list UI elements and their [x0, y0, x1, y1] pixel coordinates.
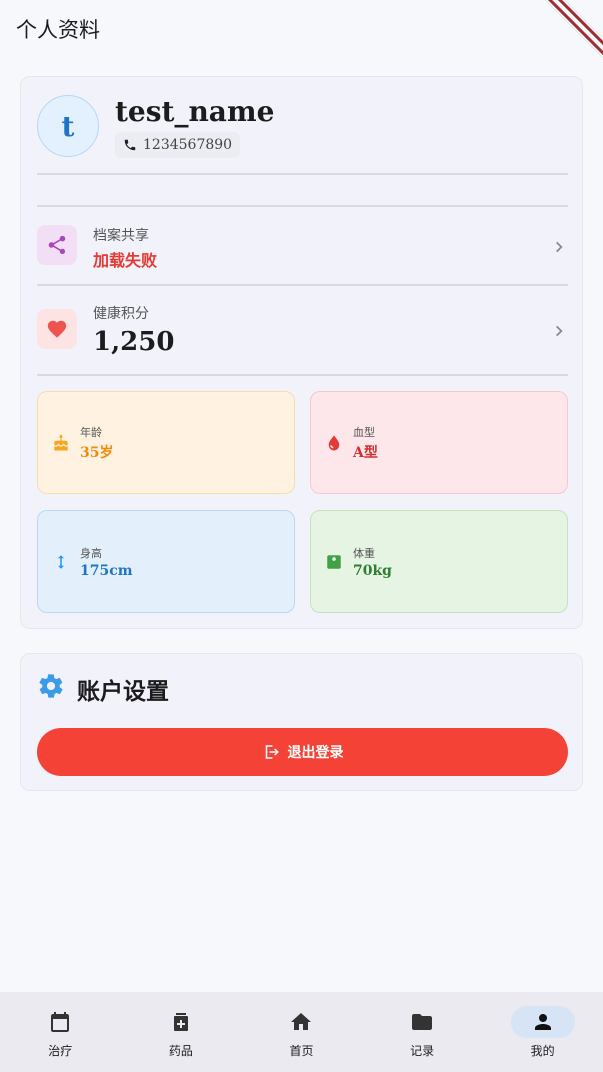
height-label: 身高 [80, 546, 102, 560]
profile-card: t test_name 1234567890 档案共享 加载失败 健康积分 1,… [20, 76, 583, 629]
weight-label: 体重 [353, 546, 375, 560]
points-label: 健康积分 [93, 306, 149, 322]
age-value: 35岁 [80, 444, 114, 461]
divider [37, 284, 568, 286]
phone-number: 1234567890 [143, 137, 233, 153]
gear-icon [39, 674, 63, 698]
divider [37, 374, 568, 376]
chevron-right-icon [556, 325, 563, 337]
share-label: 档案共享 [93, 228, 149, 244]
age-label: 年龄 [80, 425, 102, 439]
share-status: 加载失败 [93, 251, 158, 270]
health-points-row[interactable]: 健康积分 1,250 [37, 289, 568, 375]
scale-icon [327, 554, 341, 569]
page-title: 个人资料 [16, 18, 100, 42]
nav-label: 首页 [289, 1044, 314, 1058]
nav-item-home[interactable]: 首页 [241, 992, 362, 1072]
account-settings-card: 账户设置 退出登录 [20, 653, 583, 791]
blood-type-value: A型 [353, 444, 378, 461]
avatar[interactable]: t [37, 95, 99, 157]
medicine-icon [149, 1006, 213, 1038]
points-value: 1,250 [93, 327, 175, 357]
heart-icon [37, 309, 77, 349]
weight-value: 70kg [353, 562, 392, 579]
logout-label: 退出登录 [287, 745, 344, 761]
nav-label: 记录 [410, 1044, 435, 1058]
nav-item-records[interactable]: 记录 [362, 992, 483, 1072]
nav-label: 我的 [530, 1044, 555, 1058]
nav-item-treatment[interactable]: 治疗 [0, 992, 121, 1072]
folder-icon [390, 1006, 454, 1038]
weight-card: 体重 70kg [310, 510, 568, 613]
blood-drop-icon [328, 435, 340, 450]
phone-chip: 1234567890 [115, 132, 241, 158]
nav-label: 药品 [168, 1044, 193, 1058]
calendar-icon [28, 1006, 92, 1038]
archive-share-row[interactable]: 档案共享 加载失败 [37, 209, 568, 285]
age-card: 年龄 35岁 [37, 391, 295, 494]
nav-label: 治疗 [48, 1044, 73, 1058]
divider [37, 205, 568, 207]
share-icon [37, 225, 77, 265]
nav-item-medicine[interactable]: 药品 [121, 992, 242, 1072]
cake-icon [54, 433, 68, 450]
nav-item-mine[interactable]: 我的 [482, 992, 603, 1072]
logout-icon [265, 745, 279, 759]
home-icon [269, 1006, 333, 1038]
height-card: 身高 175cm [37, 510, 295, 613]
divider [37, 173, 568, 175]
user-name: test_name [115, 95, 275, 128]
app-bar: 个人资料 [0, 0, 603, 58]
settings-title: 账户设置 [77, 679, 169, 705]
bottom-navigation: 治疗 药品 首页 记录 我的 [0, 992, 603, 1072]
person-icon [510, 1006, 575, 1038]
height-icon [58, 554, 64, 569]
height-value: 175cm [80, 562, 133, 579]
phone-icon [124, 139, 136, 151]
debug-banner [543, 0, 603, 60]
chevron-right-icon [556, 241, 563, 253]
blood-type-card: 血型 A型 [310, 391, 568, 494]
blood-type-label: 血型 [353, 425, 375, 439]
logout-button[interactable]: 退出登录 [37, 728, 568, 776]
